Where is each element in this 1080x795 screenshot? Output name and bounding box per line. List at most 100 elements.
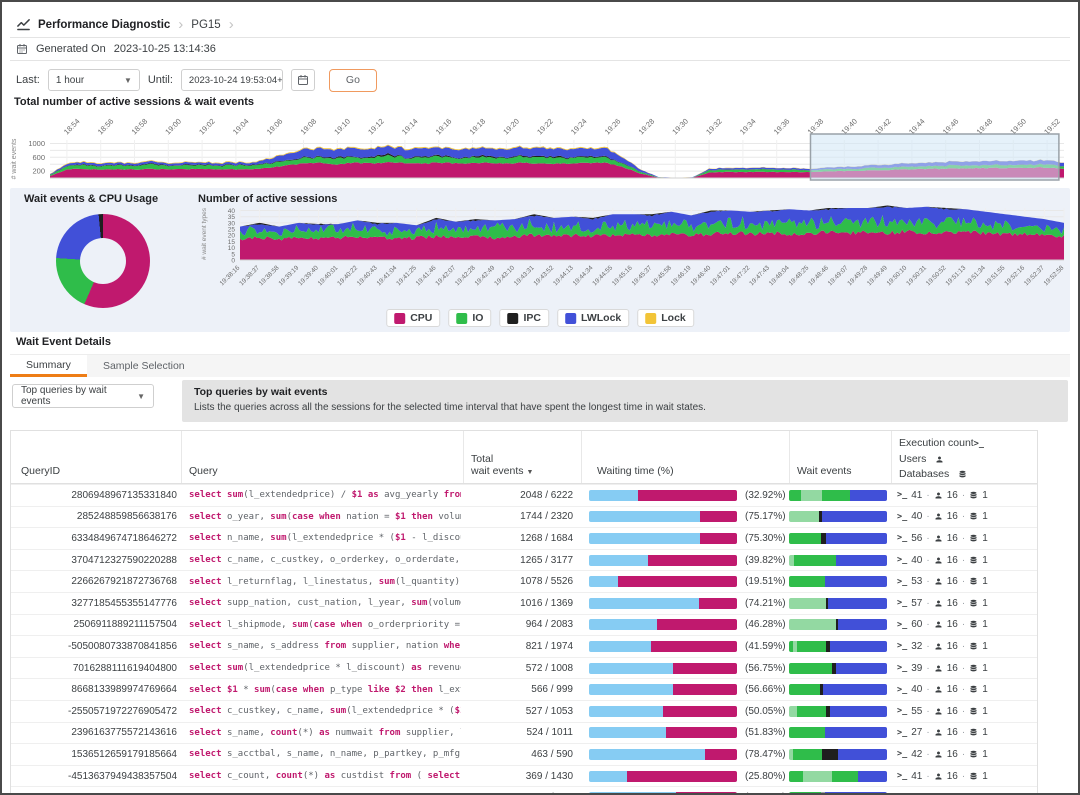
total-line2: wait events▼: [471, 465, 533, 477]
waiting-bar-segment: [673, 663, 737, 674]
separator-dot: ·: [926, 619, 929, 630]
user-icon: [934, 772, 943, 781]
waiting-bar-segment: [589, 727, 666, 738]
table-row[interactable]: 1536512659179185664select s_acctbal, s_n…: [11, 743, 1037, 765]
col-header-execution[interactable]: Execution count>_Users Databases: [899, 436, 984, 482]
execution-cell: >_60·16·1: [897, 615, 988, 636]
table-row[interactable]: 3704712327590220288select c_name, c_cust…: [11, 549, 1037, 571]
execution-cell: >_41·16·1: [897, 485, 988, 506]
execution-cell: >_56·16·1: [897, 528, 988, 549]
legend-swatch: [394, 313, 405, 324]
datepicker-button[interactable]: [291, 69, 315, 91]
svg-text:19:49:49: 19:49:49: [866, 264, 889, 287]
terminal-icon: >_: [897, 512, 907, 522]
time-selection-region[interactable]: [811, 134, 1059, 180]
legend-chip-ipc[interactable]: IPC: [499, 309, 549, 327]
total-wait-events-cell: 524 / 1011: [463, 723, 573, 744]
wait-events-cell: [789, 723, 887, 744]
table-row[interactable]: 2806948967135331840select sum(l_extended…: [11, 484, 1037, 506]
user-icon: [934, 577, 943, 586]
table-row[interactable]: 285248859856638176select o_year, sum(cas…: [11, 506, 1037, 528]
filter-infobox: Top queries by wait events Lists the que…: [182, 380, 1068, 422]
exec-count-value: 39: [911, 663, 922, 674]
wait-events-bar: [789, 641, 887, 652]
table-row[interactable]: 3277185455355147776select supp_nation, c…: [11, 592, 1037, 614]
waiting-time-cell: (56.66%): [589, 679, 786, 700]
database-icon: [969, 577, 978, 586]
svg-text:19:04: 19:04: [231, 117, 251, 137]
tab-summary[interactable]: Summary: [10, 355, 87, 377]
users-value: 16: [947, 598, 958, 609]
table-row[interactable]: -5050080733870841856select s_name, s_add…: [11, 635, 1037, 657]
wait-events-cell: [789, 766, 887, 787]
user-icon: [934, 599, 943, 608]
wait-events-bar: [789, 619, 887, 630]
svg-text:19:49:28: 19:49:28: [846, 264, 869, 287]
line-chart-icon: [16, 17, 31, 32]
active-sessions-chart[interactable]: 19:38:1619:38:3719:38:5819:39:1919:39:40…: [196, 202, 1078, 324]
table-row[interactable]: 2266267921872736768select l_returnflag, …: [11, 570, 1037, 592]
table-row[interactable]: 8668133989974769664select $1 * sum(case …: [11, 678, 1037, 700]
query-sql-cell: select s_acctbal, s_name, n_name, p_part…: [189, 744, 461, 765]
waiting-bar-segment: [666, 727, 737, 738]
table-row[interactable]: 2506911889211157504select l_shipmode, su…: [11, 614, 1037, 636]
database-icon: [969, 728, 978, 737]
svg-text:19:44:55: 19:44:55: [591, 264, 614, 287]
time-controls: Last: 1 hour ▼ Until: 2023-10-24 19:53:0…: [16, 68, 377, 92]
breadcrumb-server[interactable]: PG15: [191, 19, 220, 31]
wait-events-bar-segment: [789, 706, 797, 717]
waiting-time-bar: [589, 684, 737, 695]
legend-chip-cpu[interactable]: CPU: [386, 309, 440, 327]
col-header-query[interactable]: Query: [189, 465, 218, 477]
waiting-time-cell: (50.05%): [589, 701, 786, 722]
table-row[interactable]: 6334849674718646272select n_name, sum(l_…: [11, 527, 1037, 549]
user-icon: [934, 685, 943, 694]
wait-events-bar: [789, 663, 887, 674]
wait-events-bar-segment: [797, 706, 826, 717]
legend-chip-io[interactable]: IO: [448, 309, 491, 327]
waiting-pct-label: (78.47%): [745, 749, 786, 760]
wait-events-bar: [789, 598, 887, 609]
column-separator: [581, 431, 582, 483]
total-wait-events-cell: 369 / 1430: [463, 766, 573, 787]
last-select[interactable]: 1 hour ▼: [48, 69, 140, 91]
exec-count-value: 40: [911, 684, 922, 695]
col-header-wait-events[interactable]: Wait events: [797, 465, 851, 477]
wait-events-bar: [789, 771, 887, 782]
separator-dot: ·: [962, 663, 965, 674]
users-value: 16: [947, 511, 958, 522]
total-sessions-wait-events-chart[interactable]: 18:5418:5618:5819:0019:0219:0419:0619:08…: [6, 108, 1074, 184]
infobox-description: Lists the queries across all the session…: [194, 402, 1056, 413]
table-row[interactable]: -4513637949438357504select c_count, coun…: [11, 765, 1037, 787]
svg-text:19:50:31: 19:50:31: [905, 264, 928, 287]
last-label: Last:: [16, 74, 40, 86]
terminal-icon: >_: [897, 533, 907, 543]
wait-events-bar-segment: [823, 684, 887, 695]
execution-cell: >_42·16·1: [897, 744, 988, 765]
svg-text:19:48:04: 19:48:04: [768, 264, 791, 287]
wait-events-bar: [789, 555, 887, 566]
tab-sample-selection[interactable]: Sample Selection: [87, 355, 201, 377]
column-separator: [891, 431, 892, 483]
database-icon: [969, 664, 978, 673]
wait-events-bar-segment: [789, 598, 826, 609]
legend-chip-lwlock[interactable]: LWLock: [557, 309, 629, 327]
go-button[interactable]: Go: [329, 69, 377, 92]
table-row[interactable]: 7016288111619404800select sum(l_extended…: [11, 657, 1037, 679]
chevron-down-icon: ▼: [137, 392, 145, 401]
table-row[interactable]: -2550571972276905472select c_custkey, c_…: [11, 700, 1037, 722]
wait-event-details-tabs: Summary Sample Selection: [10, 355, 1070, 377]
separator-dot: ·: [962, 598, 965, 609]
col-header-total-wait-events[interactable]: Totalwait events▼: [471, 453, 533, 477]
wait-events-bar-segment: [825, 727, 887, 738]
legend-chip-lock[interactable]: Lock: [637, 309, 694, 327]
query-filter-dropdown[interactable]: Top queries by wait events ▼: [12, 384, 154, 408]
table-row[interactable]: -6633648885927191552select l_orderkey, s…: [11, 786, 1037, 795]
until-input[interactable]: 2023-10-24 19:53:04+0: [181, 69, 283, 91]
table-row[interactable]: 2396163775572143616select s_name, count(…: [11, 722, 1037, 744]
svg-text:19:16: 19:16: [434, 117, 454, 137]
col-header-waiting-time[interactable]: Waiting time (%): [597, 465, 674, 477]
col-header-queryid[interactable]: QueryID: [21, 465, 60, 477]
wait-events-cell: [789, 571, 887, 592]
waiting-bar-segment: [589, 490, 638, 501]
